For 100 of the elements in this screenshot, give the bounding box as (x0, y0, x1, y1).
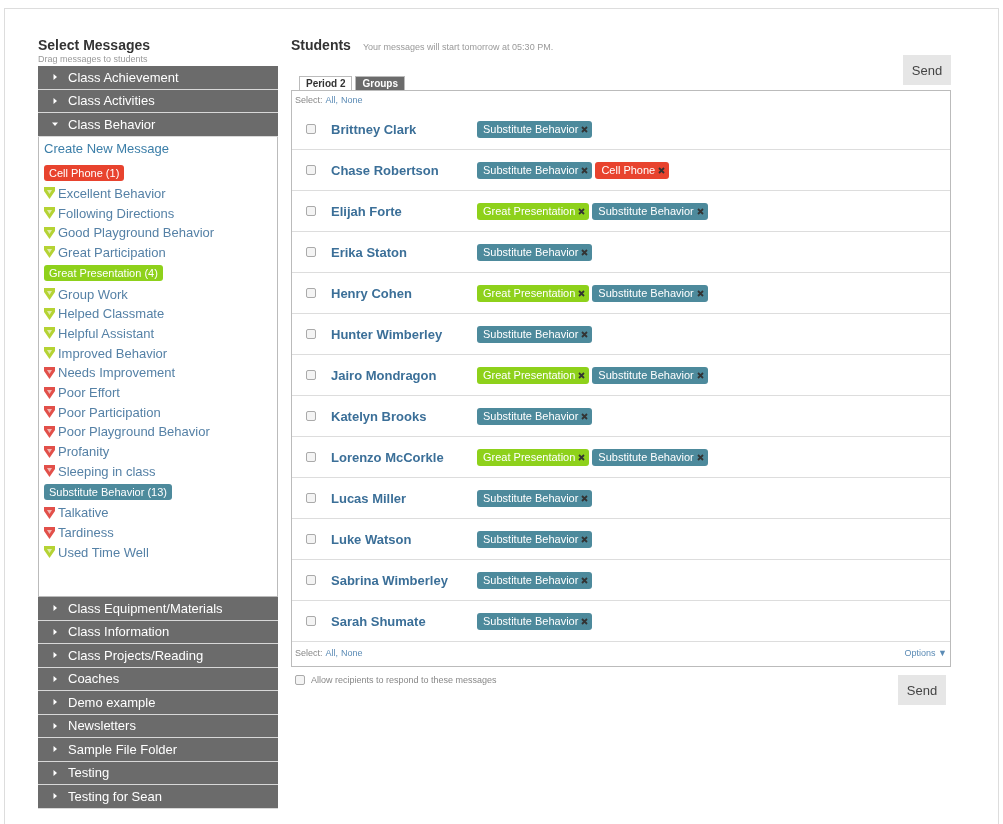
close-icon[interactable] (581, 330, 589, 338)
close-icon[interactable] (658, 166, 666, 174)
student-name[interactable]: Erika Staton (331, 244, 477, 260)
message-tag: Substitute Behavior (592, 202, 708, 220)
category-header[interactable]: Newsletters (38, 714, 278, 739)
checkbox[interactable] (306, 370, 316, 380)
caret-icon (52, 793, 58, 800)
checkbox[interactable] (306, 534, 316, 544)
options-link[interactable]: Options ▼ (904, 648, 947, 658)
close-icon[interactable] (578, 207, 586, 215)
message-tag: Substitute Behavior (592, 448, 708, 466)
message-tag: Substitute Behavior (477, 407, 593, 425)
message-tag[interactable]: Substitute Behavior (13) (44, 484, 172, 501)
message-tag[interactable]: Cell Phone (1) (44, 164, 125, 181)
message-item[interactable]: Following Directions (58, 205, 175, 221)
student-name[interactable]: Sarah Shumate (331, 613, 477, 629)
caret-icon (52, 769, 58, 776)
message-tag: Substitute Behavior (477, 530, 593, 548)
panel-subtitle: Drag messages to students (38, 54, 149, 64)
category-header[interactable]: Class Achievement (38, 66, 278, 90)
tab[interactable]: Groups (355, 76, 406, 90)
message-tag: Substitute Behavior (477, 120, 593, 138)
checkbox[interactable] (306, 247, 316, 257)
checkbox[interactable] (306, 165, 316, 175)
close-icon[interactable] (581, 576, 589, 584)
send-button[interactable]: Send (898, 675, 946, 705)
student-name[interactable]: Luke Watson (331, 531, 477, 547)
close-icon[interactable] (578, 453, 586, 461)
student-name[interactable]: Lorenzo McCorkle (331, 449, 477, 465)
category-header[interactable]: Class Behavior (38, 113, 278, 137)
panel-title: Select Messages (38, 37, 152, 53)
checkbox[interactable] (306, 329, 316, 339)
checkbox[interactable] (306, 452, 316, 462)
category-header[interactable]: Sample File Folder (38, 738, 278, 762)
message-item[interactable]: Poor Playground Behavior (58, 424, 210, 440)
close-icon[interactable] (696, 453, 704, 461)
close-icon[interactable] (581, 248, 589, 256)
message-item[interactable]: Used Time Well (58, 544, 149, 560)
category-header[interactable]: Class Activities (38, 89, 278, 113)
message-item[interactable]: Needs Improvement (58, 365, 176, 381)
select-all-link[interactable]: All, (325, 648, 339, 658)
checkbox[interactable] (306, 493, 316, 503)
student-name[interactable]: Jairo Mondragon (331, 367, 477, 383)
schedule-note: Your messages will start tomorrow at 05:30 PM. (362, 42, 554, 52)
category-header[interactable]: Class Information (38, 620, 278, 645)
message-tag: Substitute Behavior (477, 612, 593, 630)
select-none-link[interactable]: None (341, 95, 363, 105)
close-icon[interactable] (581, 125, 589, 133)
student-name[interactable]: Chase Robertson (331, 162, 477, 178)
category-header[interactable]: Demo example (38, 691, 278, 715)
student-name[interactable]: Katelyn Brooks (331, 408, 477, 424)
student-name[interactable]: Sabrina Wimberley (331, 572, 477, 588)
message-item[interactable]: Profanity (58, 444, 110, 460)
close-icon[interactable] (581, 412, 589, 420)
student-name[interactable]: Elijah Forte (331, 203, 477, 219)
close-icon[interactable] (581, 166, 589, 174)
close-icon[interactable] (696, 289, 704, 297)
message-item[interactable]: Tardiness (58, 525, 114, 541)
close-icon[interactable] (578, 371, 586, 379)
checkbox[interactable] (306, 206, 316, 216)
message-tag: Great Presentation (477, 284, 590, 302)
close-icon[interactable] (581, 535, 589, 543)
close-icon[interactable] (696, 207, 704, 215)
select-all-link[interactable]: All, (325, 95, 339, 105)
category-header[interactable]: Class Projects/Reading (38, 644, 278, 668)
category-header[interactable]: Testing for Sean (38, 785, 278, 809)
message-item[interactable]: Excellent Behavior (58, 185, 166, 201)
message-tag: Substitute Behavior (477, 571, 593, 589)
checkbox[interactable] (306, 288, 316, 298)
checkbox[interactable] (306, 616, 316, 626)
student-name[interactable]: Brittney Clark (331, 121, 477, 137)
send-button[interactable]: Send (903, 55, 951, 85)
message-item[interactable]: Poor Effort (58, 385, 120, 401)
close-icon[interactable] (581, 617, 589, 625)
checkbox[interactable] (306, 575, 316, 585)
message-item[interactable]: Helped Classmate (58, 306, 165, 322)
category-header[interactable]: Testing (38, 761, 278, 786)
student-name[interactable]: Hunter Wimberley (331, 326, 477, 342)
checkbox[interactable] (306, 411, 316, 421)
message-item[interactable]: Poor Participation (58, 404, 161, 420)
student-name[interactable]: Lucas Miller (331, 490, 477, 506)
message-item[interactable]: Sleeping in class (58, 463, 156, 479)
message-item[interactable]: Helpful Assistant (58, 325, 155, 341)
message-item[interactable]: Good Playground Behavior (58, 225, 215, 241)
message-item[interactable]: Talkative (58, 505, 109, 521)
message-item[interactable]: Group Work (58, 286, 128, 302)
create-message-link[interactable]: Create New Message (44, 140, 169, 156)
checkbox[interactable] (295, 675, 305, 685)
checkbox[interactable] (306, 124, 316, 134)
message-item[interactable]: Improved Behavior (58, 345, 168, 361)
category-header[interactable]: Class Equipment/Materials (38, 597, 278, 621)
close-icon[interactable] (578, 289, 586, 297)
close-icon[interactable] (581, 494, 589, 502)
message-item[interactable]: Great Participation (58, 244, 166, 260)
category-header[interactable]: Coaches (38, 667, 278, 692)
close-icon[interactable] (696, 371, 704, 379)
student-name[interactable]: Henry Cohen (331, 285, 477, 301)
message-tag: Substitute Behavior (477, 161, 593, 179)
tab[interactable]: Period 2 (299, 76, 353, 90)
select-none-link[interactable]: None (341, 648, 363, 658)
